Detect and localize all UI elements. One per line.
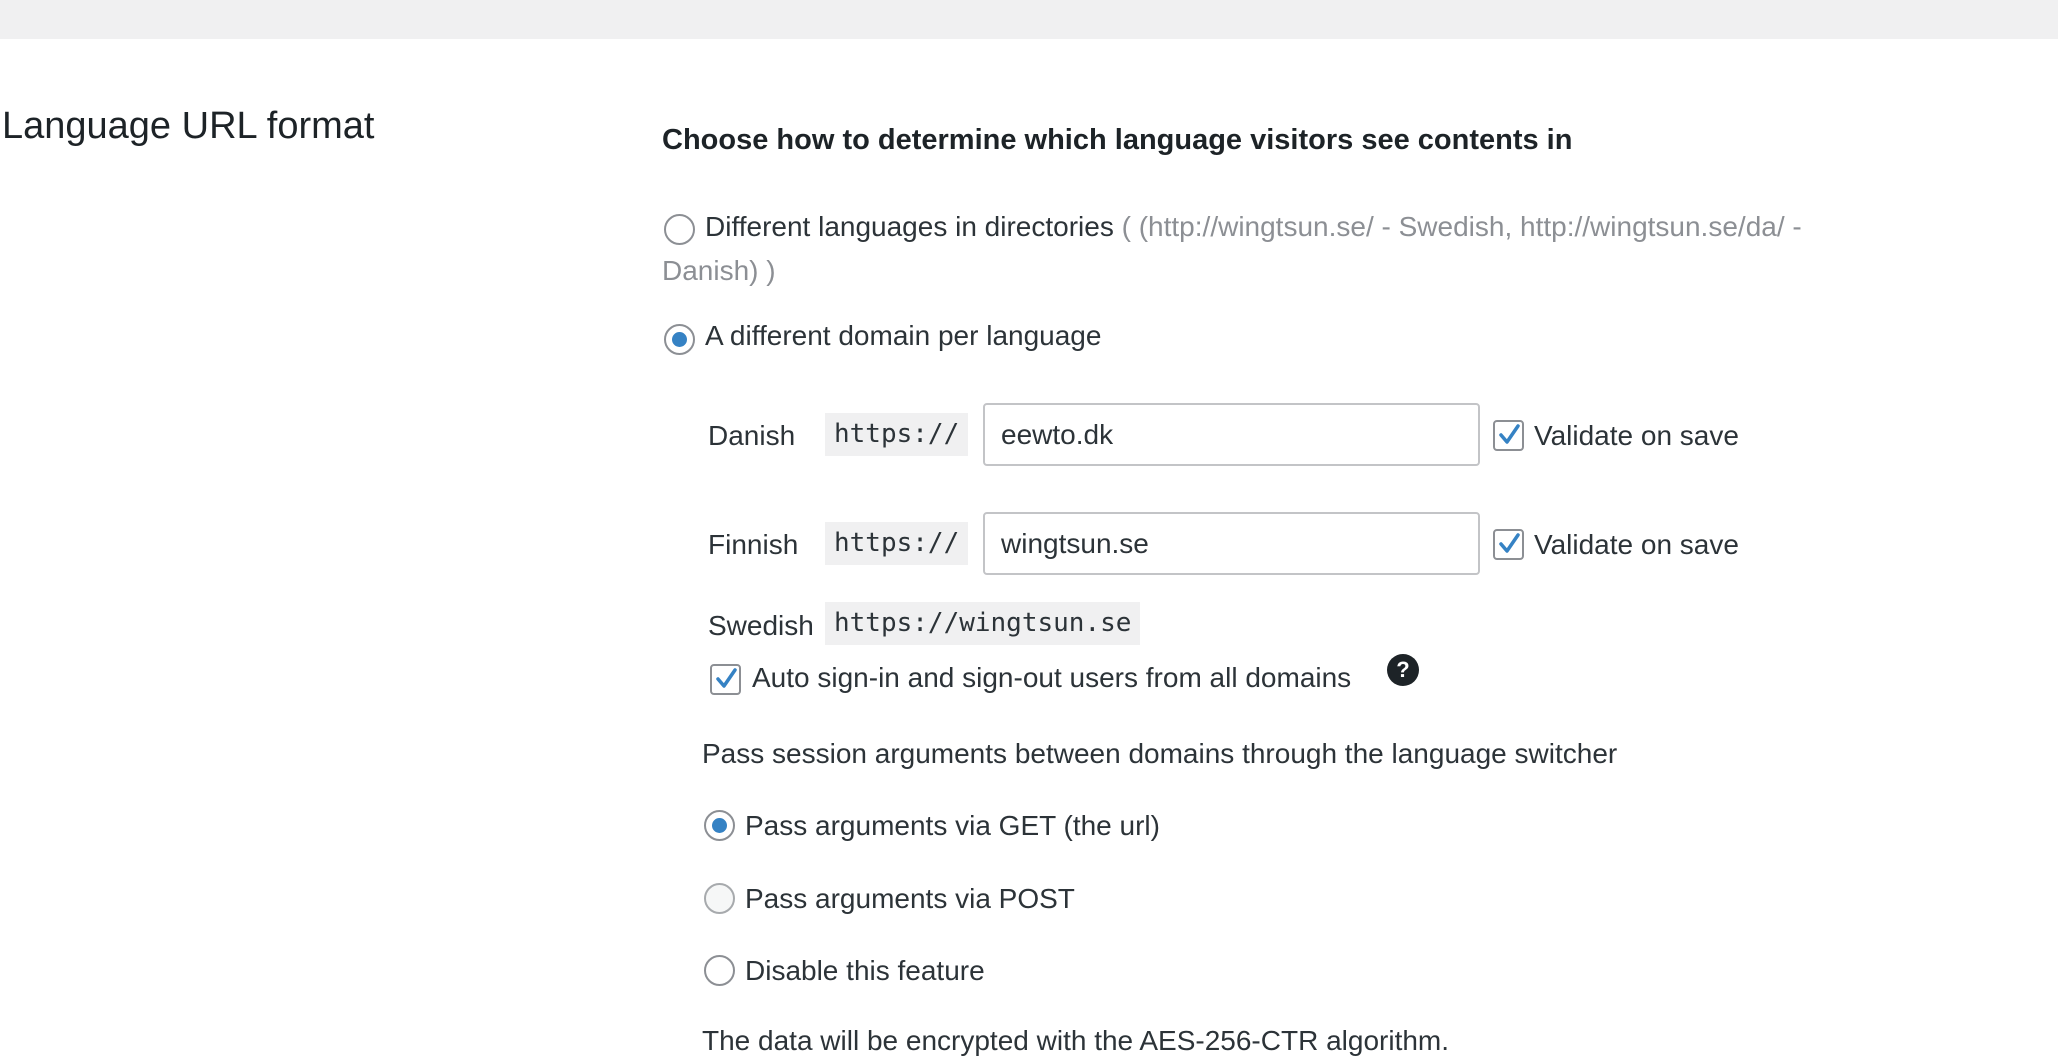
danish-domain-input[interactable] [983, 403, 1480, 466]
radio-domain-per-language[interactable] [664, 324, 695, 355]
directories-hint-continued: Danish) ) [662, 255, 776, 286]
admin-top-bar [0, 0, 2058, 39]
danish-language-label: Danish [708, 420, 796, 451]
checkmark-icon [1499, 533, 1520, 553]
finnish-validate-checkbox[interactable] [1493, 529, 1524, 560]
session-args-title: Pass session arguments between domains t… [702, 738, 1618, 769]
finnish-language-label: Finnish [708, 529, 799, 560]
encryption-note: The data will be encrypted with the AES-… [702, 1025, 1450, 1056]
pass-get-label[interactable]: Pass arguments via GET (the url) [745, 810, 1160, 842]
finnish-protocol: https:// [825, 522, 969, 565]
danish-validate-label[interactable]: Validate on save [1534, 420, 1739, 452]
directories-label: Different languages in directories [705, 211, 1114, 242]
radio-disable-feature[interactable] [704, 955, 735, 986]
help-icon[interactable]: ? [1387, 654, 1419, 686]
swedish-url: https://wingtsun.se [825, 602, 1141, 645]
auto-signin-label[interactable]: Auto sign-in and sign-out users from all… [752, 662, 1351, 694]
disable-feature-label[interactable]: Disable this feature [745, 955, 985, 987]
directories-hint: ( (http://wingtsun.se/ - Swedish, http:/… [1121, 211, 1802, 242]
danish-protocol: https:// [825, 413, 969, 456]
finnish-domain-input[interactable] [983, 512, 1480, 575]
checkmark-icon [1499, 424, 1520, 444]
auto-signin-checkbox[interactable] [710, 664, 741, 695]
radio-directories[interactable] [664, 214, 695, 245]
directories-option-label[interactable]: Different languages in directories ( (ht… [705, 211, 1802, 243]
radio-pass-post[interactable] [704, 883, 735, 914]
swedish-language-label: Swedish [708, 610, 814, 641]
pass-post-label[interactable]: Pass arguments via POST [745, 883, 1075, 915]
checkmark-icon [716, 668, 737, 688]
domain-per-language-label[interactable]: A different domain per language [705, 320, 1101, 352]
danish-validate-checkbox[interactable] [1493, 420, 1524, 451]
radio-pass-get[interactable] [704, 810, 735, 841]
section-title: Language URL format [2, 105, 375, 147]
finnish-validate-label[interactable]: Validate on save [1534, 529, 1739, 561]
options-heading: Choose how to determine which language v… [662, 124, 1573, 156]
